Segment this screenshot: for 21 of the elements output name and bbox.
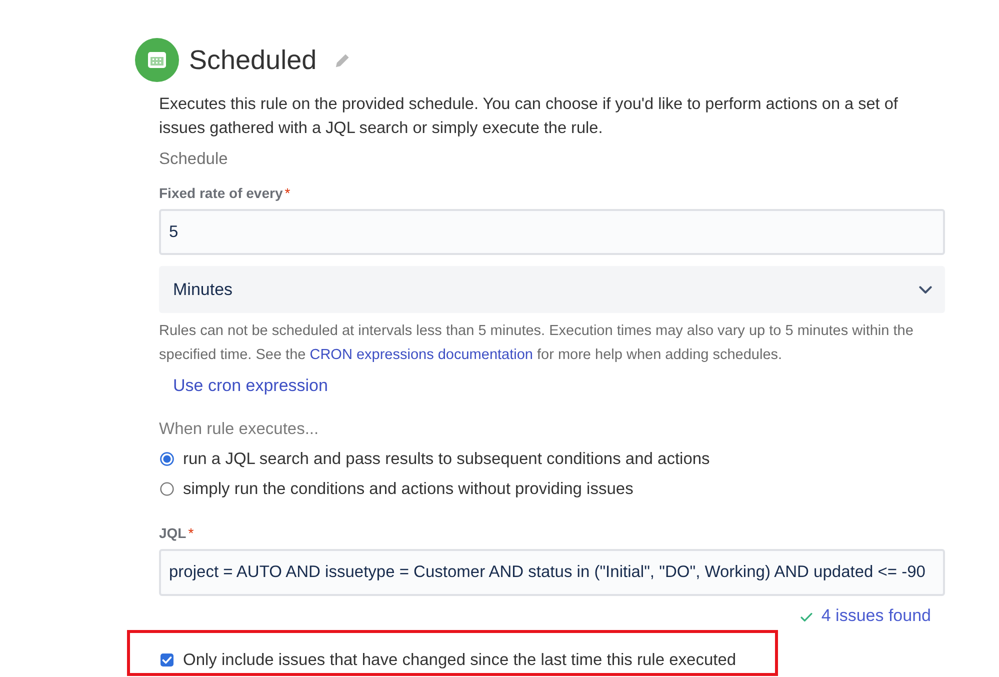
description-text: Executes this rule on the provided schedule. You can choose if you'd like to perform actions on a set of issues gathered with a JQL search or simply execute the rule.	[159, 94, 899, 139]
radio-button[interactable]	[160, 482, 174, 496]
number-input[interactable]: 5	[159, 209, 945, 255]
checkbox-label[interactable]: Only include issues that have changed since the last time this rule executed	[183, 650, 736, 670]
help-text: Rules can not be scheduled at intervals less than 5 minutes. Execution times may also vary up to 5 minutes within the specified time. See the CRON expressions documentation for more help when adding schedules.	[159, 322, 914, 365]
chevron-down-icon	[919, 286, 932, 294]
cron-link[interactable]: Use cron expression	[173, 375, 328, 397]
section-label: Schedule	[159, 149, 229, 170]
radio-label[interactable]: run a JQL search and pass results to subsequent conditions and actions	[183, 449, 710, 469]
checkbox[interactable]	[160, 653, 174, 667]
field-label: Fixed rate of every*	[159, 184, 290, 202]
unit-select[interactable]: Minutes	[159, 266, 945, 313]
jql-input[interactable]: project = AUTO AND issuetype = Customer AND status in ("Initial", "DO", Working) AND updated <= -90	[159, 549, 945, 596]
field-label: JQL*	[159, 524, 194, 542]
rule-title: Scheduled	[189, 44, 317, 77]
validation-text: 4 issues found	[821, 606, 931, 626]
section-label: When rule executes...	[159, 419, 320, 440]
documentation-link[interactable]: CRON expressions documentation	[310, 347, 533, 363]
radio-label[interactable]: simply run the conditions and actions without providing issues	[183, 479, 634, 499]
radio-button[interactable]	[160, 452, 174, 466]
calendar-icon	[135, 38, 179, 82]
